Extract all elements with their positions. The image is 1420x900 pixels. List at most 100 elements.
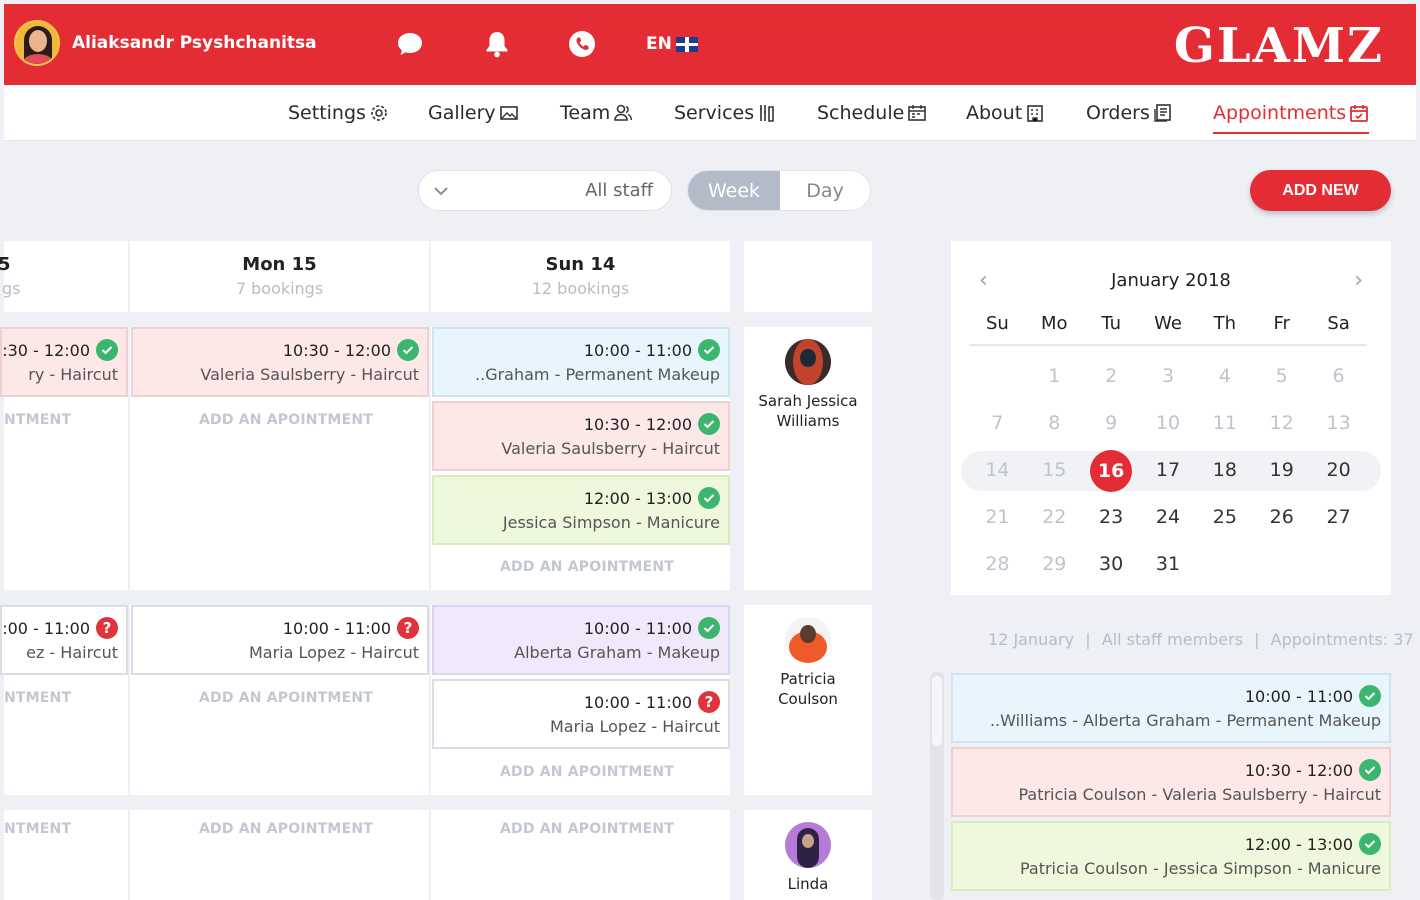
calendar-day[interactable]: 21 (969, 497, 1026, 537)
calendar-weekday-header: Su Mo Tu We Th Fr Sa (969, 313, 1367, 346)
add-appointment-link[interactable]: ADD AN APOINTMENT (431, 821, 743, 837)
side-list-scrollbar[interactable] (930, 672, 944, 900)
side-appointment-card[interactable]: 10:30 - 12:00 Patricia Coulson - Valeria… (951, 747, 1391, 817)
calendar-day[interactable]: 19 (1253, 450, 1310, 490)
language-selector[interactable]: EN (646, 34, 698, 54)
nav-team[interactable]: Team (560, 102, 633, 124)
calendar-day[interactable]: 14 (969, 450, 1026, 490)
staff-card[interactable]: Patricia Coulson (744, 605, 872, 795)
confirmed-check-icon (698, 487, 720, 509)
calendar-day[interactable]: 4 (1196, 356, 1253, 396)
calendar-day[interactable]: 1 (1026, 356, 1083, 396)
glamz-logo[interactable]: GLAMZ (1174, 18, 1384, 74)
view-day-button[interactable]: Day (780, 171, 870, 210)
language-code: EN (646, 34, 672, 54)
appointment-card[interactable]: ):30 - 12:00 ry - Haircut (0, 327, 128, 397)
calendar-day[interactable]: 11 (1196, 403, 1253, 443)
calendar-day[interactable]: 8 (1026, 403, 1083, 443)
calendar-day[interactable]: 24 (1140, 497, 1197, 537)
add-appointment-link[interactable]: ADD AN APOINTMENT (431, 559, 743, 575)
phone-icon[interactable] (566, 29, 598, 59)
calendar-day[interactable]: 18 (1196, 450, 1253, 490)
nav-about[interactable]: About (966, 102, 1045, 124)
image-icon (499, 106, 518, 120)
add-new-button[interactable]: ADD NEW (1250, 170, 1391, 211)
calendar-day[interactable]: 13 (1310, 403, 1367, 443)
calendar-day[interactable]: 12 (1253, 403, 1310, 443)
calendar-day (1196, 544, 1253, 584)
side-appointment-card[interactable]: 12:00 - 13:00 Patricia Coulson - Jessica… (951, 821, 1391, 891)
calendar-day[interactable]: 9 (1083, 403, 1140, 443)
calendar-day[interactable]: 26 (1253, 497, 1310, 537)
add-appointment-link[interactable]: NTMENT (4, 821, 71, 837)
appointment-card[interactable]: ):00 - 11:00? ez - Haircut (0, 605, 128, 675)
appointment-card[interactable]: 10:30 - 12:00 Valeria Saulsberry - Hairc… (131, 327, 429, 397)
add-appointment-link[interactable]: ADD AN APOINTMENT (431, 764, 743, 780)
appointment-card[interactable]: 10:00 - 11:00 ..Graham - Permanent Makeu… (432, 327, 730, 397)
add-appointment-link[interactable]: ADD AN APOINTMENT (130, 412, 442, 428)
calendar-day[interactable]: 2 (1083, 356, 1140, 396)
side-appointment-card[interactable]: 10:00 - 11:00 ..Williams - Alberta Graha… (951, 673, 1391, 743)
calendar-day[interactable]: 3 (1140, 356, 1197, 396)
scrollbar-thumb[interactable] (932, 676, 942, 746)
appointment-card[interactable]: 10:00 - 11:00? Maria Lopez - Haircut (131, 605, 429, 675)
add-appointment-link[interactable]: NTMENT (4, 690, 71, 706)
staff-card[interactable]: Linda (744, 810, 872, 900)
user-name[interactable]: Aliaksandr Psyshchanitsa (72, 33, 317, 53)
staff-name: Sarah Jessica Williams (758, 392, 858, 430)
uk-flag-icon (675, 36, 698, 52)
appointment-card[interactable]: 10:00 - 11:00? Maria Lopez - Haircut (432, 679, 730, 749)
pending-question-icon: ? (96, 617, 118, 639)
nav-schedule[interactable]: Schedule (817, 102, 927, 124)
view-week-button[interactable]: Week (688, 171, 780, 210)
nav-appointments[interactable]: Appointments (1213, 102, 1370, 134)
appointment-description: Alberta Graham - Makeup (514, 643, 720, 662)
calendar-day[interactable]: 25 (1196, 497, 1253, 537)
appointment-description: ry - Haircut (28, 365, 118, 384)
chevron-right-icon[interactable]: › (1354, 268, 1363, 293)
calendar-day[interactable] (969, 356, 1026, 396)
calendar-day[interactable]: 15 (1026, 450, 1083, 490)
tools-icon (760, 105, 774, 122)
weekday-label: We (1154, 313, 1182, 334)
calendar-day[interactable]: 29 (1026, 544, 1083, 584)
calendar-day[interactable]: 31 (1140, 544, 1197, 584)
add-appointment-link[interactable]: ADD AN APOINTMENT (130, 690, 442, 706)
nav-label: Gallery (428, 102, 496, 124)
bell-icon[interactable] (481, 29, 513, 59)
user-profile[interactable]: Aliaksandr Psyshchanitsa (14, 20, 317, 66)
confirmed-check-icon (1359, 685, 1381, 707)
calendar-day[interactable]: 20 (1310, 450, 1367, 490)
nav-label: Appointments (1213, 102, 1347, 124)
nav-services[interactable]: Services (674, 102, 777, 124)
calendar-day[interactable]: 22 (1026, 497, 1083, 537)
calendar-day[interactable]: 5 (1253, 356, 1310, 396)
nav-gallery[interactable]: Gallery (428, 102, 519, 124)
staff-filter-select[interactable]: All staff (418, 170, 672, 211)
appointment-card[interactable]: 10:30 - 12:00 Valeria Saulsberry - Hairc… (432, 401, 730, 471)
calendar-day[interactable]: 30 (1083, 544, 1140, 584)
calendar-week-row: 21 22 23 24 25 26 27 (969, 497, 1367, 537)
calendar-day[interactable]: 27 (1310, 497, 1367, 537)
calendar-day-today[interactable]: 16 (1083, 450, 1140, 492)
top-bar: Aliaksandr Psyshchanitsa EN GLAMZ (4, 4, 1416, 85)
calendar-day[interactable]: 10 (1140, 403, 1197, 443)
appointment-card[interactable]: 10:00 - 11:00 Alberta Graham - Makeup (432, 605, 730, 675)
appointment-card[interactable]: 12:00 - 13:00 Jessica Simpson - Manicure (432, 475, 730, 545)
chat-icon[interactable] (394, 29, 426, 59)
nav-settings[interactable]: Settings (288, 102, 389, 124)
calendar-day[interactable]: 28 (969, 544, 1026, 584)
appointment-time: 10:30 - 12:00 (1244, 760, 1353, 780)
staff-card[interactable]: Sarah Jessica Williams (744, 327, 872, 590)
chevron-down-icon (434, 186, 448, 195)
add-appointment-link[interactable]: NTMENT (4, 412, 71, 428)
calendar-day[interactable]: 17 (1140, 450, 1197, 490)
appointment-time: 10:00 - 11:00 (583, 340, 692, 360)
calendar-day[interactable]: 6 (1310, 356, 1367, 396)
user-avatar[interactable] (14, 20, 60, 66)
calendar-day[interactable]: 7 (969, 403, 1026, 443)
nav-orders[interactable]: Orders (1086, 102, 1173, 124)
calendar-day[interactable]: 23 (1083, 497, 1140, 537)
add-appointment-link[interactable]: ADD AN APOINTMENT (130, 821, 442, 837)
appointment-time: 10:00 - 11:00 (583, 618, 692, 638)
